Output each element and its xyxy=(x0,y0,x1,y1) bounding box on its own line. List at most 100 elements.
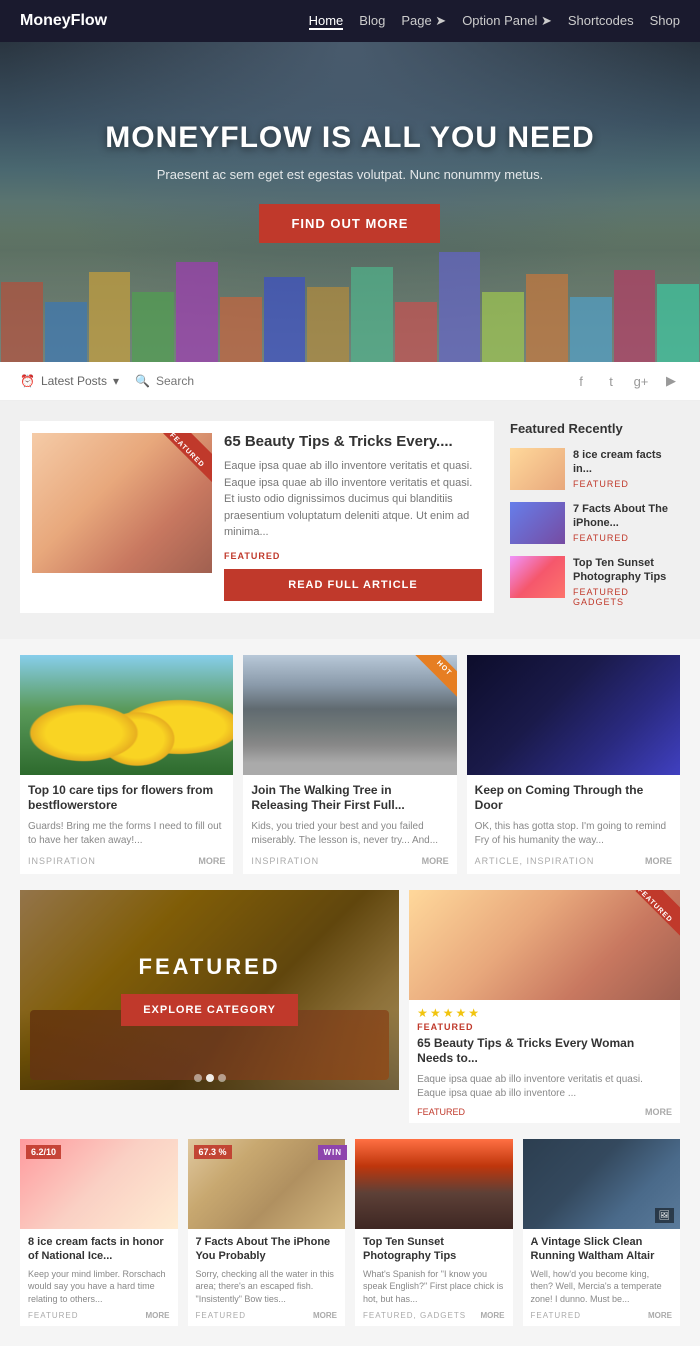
bottom-card-iphone-title: 7 Facts About The iPhone You Probably xyxy=(196,1235,338,1264)
nav-link-shop[interactable]: Shop xyxy=(650,13,680,28)
main-content: FEATURED 65 Beauty Tips & Tricks Every..… xyxy=(0,401,700,639)
search-input[interactable] xyxy=(156,374,236,388)
nav-item-page[interactable]: Page ➤ xyxy=(401,12,446,30)
sidebar-thumb-3 xyxy=(510,556,565,598)
bottom-card-iphone-footer: FEATURED MORE xyxy=(196,1311,338,1320)
right-sidebar: Featured Recently 8 ice cream facts in..… xyxy=(510,421,680,619)
sidebar-item-3[interactable]: Top Ten Sunset Photography Tips FEATURED… xyxy=(510,556,680,607)
chevron-down-icon: ▾ xyxy=(113,374,119,388)
star-rating: ★ ★ ★ ★ ★ xyxy=(409,1000,680,1022)
left-column: FEATURED 65 Beauty Tips & Tricks Every..… xyxy=(20,421,494,619)
featured-post-content: 65 Beauty Tips & Tricks Every.... Eaque … xyxy=(224,433,482,601)
sidebar-item-title-1: 8 ice cream facts in... xyxy=(573,448,680,477)
bottom-card-watch-more[interactable]: MORE xyxy=(648,1311,672,1320)
sidebar-item-2[interactable]: 7 Facts About The iPhone... FEATURED xyxy=(510,502,680,544)
filter-left: ⏰ Latest Posts ▾ 🔍 xyxy=(20,374,236,388)
youtube-icon[interactable]: ▶ xyxy=(662,372,680,390)
sidebar-item-tag-1: FEATURED xyxy=(573,479,680,489)
featured-left-block: FEATURED EXPLORE CATEGORY xyxy=(20,890,399,1090)
sidebar-thumb-2 xyxy=(510,502,565,544)
explore-category-button[interactable]: EXPLORE CATEGORY xyxy=(121,994,298,1026)
nav-item-shortcodes[interactable]: Shortcodes xyxy=(568,12,634,30)
card-flowers-category: INSPIRATION xyxy=(28,856,96,866)
hero-title: MONEYFLOW IS ALL YOU NEED xyxy=(105,121,594,155)
card-flowers-more[interactable]: MORE xyxy=(198,856,225,866)
nav-item-blog[interactable]: Blog xyxy=(359,12,385,30)
nav-item-shop[interactable]: Shop xyxy=(650,12,680,30)
card-dj: Keep on Coming Through the Door OK, this… xyxy=(467,655,680,874)
star-5: ★ xyxy=(468,1006,479,1020)
hot-label: HOT xyxy=(435,659,453,677)
sidebar-item-text-2: 7 Facts About The iPhone... FEATURED xyxy=(573,502,680,543)
bottom-card-photography: Top Ten Sunset Photography Tips What's S… xyxy=(355,1139,513,1326)
featured-ribbon-text: FEATURED xyxy=(637,890,674,924)
featured-star-ribbon: FEATURED xyxy=(625,890,680,945)
sidebar-item-text-1: 8 ice cream facts in... FEATURED xyxy=(573,448,680,489)
star-1: ★ xyxy=(417,1006,428,1020)
featured-right-tag: FEATURED xyxy=(409,1022,680,1032)
featured-right-post: FEATURED ★ ★ ★ ★ ★ FEATURED 65 Beauty Ti… xyxy=(409,890,680,1123)
bottom-card-iphone-more[interactable]: MORE xyxy=(313,1311,337,1320)
clock-icon: ⏰ xyxy=(20,374,35,388)
featured-post-title: 65 Beauty Tips & Tricks Every.... xyxy=(224,433,482,450)
bottom-card-photography-body: Top Ten Sunset Photography Tips What's S… xyxy=(355,1229,513,1326)
card-road-category: INSPIRATION xyxy=(251,856,319,866)
card-road-body: Join The Walking Tree in Releasing Their… xyxy=(243,775,456,874)
nav-item-home[interactable]: Home xyxy=(309,12,344,30)
bottom-card-icecream-excerpt: Keep your mind limber. Rorschach would s… xyxy=(28,1268,170,1306)
find-out-more-button[interactable]: FIND OUT MORE xyxy=(259,204,440,243)
latest-posts-filter[interactable]: ⏰ Latest Posts ▾ xyxy=(20,374,119,388)
featured-post-card: FEATURED 65 Beauty Tips & Tricks Every..… xyxy=(20,421,494,613)
featured-right-title: 65 Beauty Tips & Tricks Every Woman Need… xyxy=(409,1032,680,1071)
card-dj-more[interactable]: MORE xyxy=(645,856,672,866)
nav-link-page[interactable]: Page ➤ xyxy=(401,13,446,28)
hot-ribbon: HOT xyxy=(407,655,457,705)
featured-right-more[interactable]: MORE xyxy=(645,1107,672,1117)
bottom-card-watch: 🖼 A Vintage Slick Clean Running Waltham … xyxy=(523,1139,681,1326)
latest-posts-label: Latest Posts xyxy=(41,374,107,388)
sidebar-item-1[interactable]: 8 ice cream facts in... FEATURED xyxy=(510,448,680,490)
card-dj-title: Keep on Coming Through the Door xyxy=(475,783,672,814)
bottom-card-icecream-title: 8 ice cream facts in honor of National I… xyxy=(28,1235,170,1264)
featured-post-tag: FEATURED xyxy=(224,551,482,561)
percent-badge: 67.3 % xyxy=(194,1145,232,1159)
card-road-footer: INSPIRATION MORE xyxy=(251,856,448,866)
bottom-card-icecream-footer: FEATURED MORE xyxy=(28,1311,170,1320)
bottom-card-icecream: 6.2/10 8 ice cream facts in honor of Nat… xyxy=(20,1139,178,1326)
featured-right-excerpt: Eaque ipsa quae ab illo inventore verita… xyxy=(409,1071,680,1105)
bottom-card-icecream-more[interactable]: MORE xyxy=(146,1311,170,1320)
card-dj-footer: ARTICLE, INSPIRATION MORE xyxy=(475,856,672,866)
card-flowers-image xyxy=(20,655,233,775)
win-ribbon: WIN xyxy=(318,1145,347,1160)
hero-content: MONEYFLOW IS ALL YOU NEED Praesent ac se… xyxy=(105,121,594,283)
bottom-grid: 6.2/10 8 ice cream facts in honor of Nat… xyxy=(20,1139,680,1326)
bottom-card-icecream-image: 6.2/10 xyxy=(20,1139,178,1229)
featured-right-footer: FEATURED MORE xyxy=(409,1105,680,1123)
card-road-more[interactable]: MORE xyxy=(422,856,449,866)
bottom-card-icecream-category: FEATURED xyxy=(28,1311,79,1320)
nav-link-option[interactable]: Option Panel ➤ xyxy=(462,13,552,28)
nav-link-blog[interactable]: Blog xyxy=(359,13,385,28)
bottom-card-iphone-excerpt: Sorry, checking all the water in this ar… xyxy=(196,1268,338,1306)
read-full-article-button[interactable]: READ FULL ARTICLE xyxy=(224,569,482,601)
search-icon: 🔍 xyxy=(135,374,150,388)
sidebar-title: Featured Recently xyxy=(510,421,680,436)
bottom-card-photography-category: FEATURED, GADGETS xyxy=(363,1311,466,1320)
image-icon: 🖼 xyxy=(655,1208,674,1223)
twitter-icon[interactable]: t xyxy=(602,372,620,390)
card-flowers-title: Top 10 care tips for flowers from bestfl… xyxy=(28,783,225,814)
nav-item-option[interactable]: Option Panel ➤ xyxy=(462,12,552,30)
card-road: HOT Join The Walking Tree in Releasing T… xyxy=(243,655,456,874)
filter-bar: ⏰ Latest Posts ▾ 🔍 f t g+ ▶ xyxy=(0,362,700,401)
featured-overlay: FEATURED EXPLORE CATEGORY xyxy=(20,890,399,1090)
bottom-card-photography-more[interactable]: MORE xyxy=(481,1311,505,1320)
star-4: ★ xyxy=(455,1006,466,1020)
nav-link-home[interactable]: Home xyxy=(309,13,344,30)
bottom-card-watch-body: A Vintage Slick Clean Running Waltham Al… xyxy=(523,1229,681,1326)
card-road-image: HOT xyxy=(243,655,456,775)
nav-link-shortcodes[interactable]: Shortcodes xyxy=(568,13,634,28)
featured-right-category: FEATURED xyxy=(417,1107,465,1117)
googleplus-icon[interactable]: g+ xyxy=(632,372,650,390)
facebook-icon[interactable]: f xyxy=(572,372,590,390)
nav-links: Home Blog Page ➤ Option Panel ➤ Shortcod… xyxy=(309,12,680,30)
